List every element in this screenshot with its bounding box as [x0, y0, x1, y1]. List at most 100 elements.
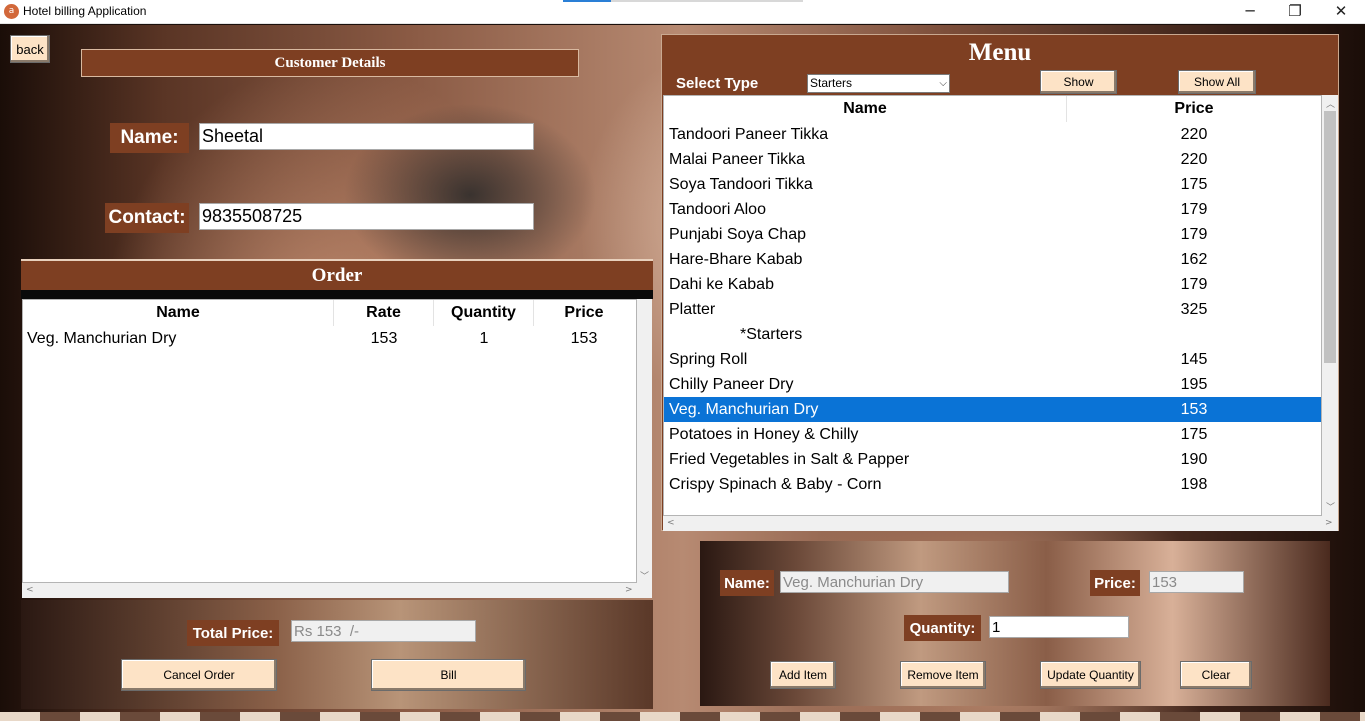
customer-name-label: Name: — [110, 123, 189, 153]
clear-button[interactable]: Clear — [1180, 661, 1252, 689]
menu-item-price: 179 — [1180, 200, 1208, 218]
menu-vertical-scrollbar[interactable]: ︿ ﹀ — [1322, 95, 1338, 516]
item-detail-panel: Name: Price: Quantity: Add Item Remove I… — [700, 541, 1330, 706]
table-row[interactable]: Soya Tandoori Tikka 175 — [664, 172, 1321, 197]
order-table-header: Name Rate Quantity Price — [23, 300, 636, 326]
order-row-name: Veg. Manchurian Dry — [27, 329, 177, 347]
menu-item-price: 175 — [1180, 425, 1208, 443]
scroll-down-arrow-icon[interactable]: ﹀ — [1326, 500, 1335, 513]
scroll-right-arrow-icon[interactable]: > — [625, 585, 633, 595]
order-title-divider — [21, 290, 653, 299]
menu-horizontal-scrollbar[interactable]: < > — [663, 516, 1338, 531]
order-col-price[interactable]: Price — [534, 300, 634, 326]
order-horizontal-scrollbar[interactable]: < > — [22, 583, 652, 598]
scroll-down-arrow-icon[interactable]: ﹀ — [640, 569, 649, 582]
total-price-label: Total Price: — [187, 620, 279, 646]
table-row[interactable]: Fried Vegetables in Salt & Papper 190 — [664, 447, 1321, 472]
menu-item-name: Soya Tandoori Tikka — [669, 175, 813, 193]
item-name-label: Name: — [720, 570, 774, 596]
menu-item-name: Platter — [669, 300, 716, 318]
scroll-left-arrow-icon[interactable]: < — [667, 518, 675, 528]
menu-panel: Menu Select Type Starters ⌵ Show Show Al… — [661, 34, 1339, 531]
item-name-field — [780, 571, 1009, 593]
table-row[interactable]: Tandoori Paneer Tikka 220 — [664, 122, 1321, 147]
select-type-value: Starters — [810, 76, 853, 90]
update-quantity-button[interactable]: Update Quantity — [1040, 661, 1141, 689]
show-all-button[interactable]: Show All — [1178, 70, 1256, 94]
item-price-label: Price: — [1090, 570, 1140, 596]
order-footer: Total Price: Cancel Order Bill — [21, 600, 653, 709]
table-row[interactable]: Crispy Spinach & Baby - Corn 198 — [664, 472, 1321, 497]
menu-item-price: 195 — [1180, 375, 1208, 393]
menu-item-price — [1067, 322, 1321, 347]
add-item-button[interactable]: Add Item — [770, 661, 836, 689]
order-title: Order — [21, 259, 653, 290]
table-row[interactable]: Chilly Paneer Dry 195 — [664, 372, 1321, 397]
menu-item-price: 190 — [1180, 450, 1208, 468]
minimize-icon[interactable]: ─ — [1227, 0, 1273, 24]
scroll-left-arrow-icon[interactable]: < — [26, 585, 34, 595]
customer-contact-input[interactable] — [199, 203, 534, 230]
item-price-field — [1149, 571, 1244, 593]
menu-item-price: 179 — [1180, 275, 1208, 293]
remove-item-button[interactable]: Remove Item — [900, 661, 986, 689]
menu-item-name: Hare-Bhare Kabab — [669, 250, 803, 268]
table-row[interactable]: Malai Paneer Tikka 220 — [664, 147, 1321, 172]
scroll-up-arrow-icon[interactable]: ︿ — [1326, 97, 1335, 110]
menu-item-price: 175 — [1180, 175, 1208, 193]
order-col-rate[interactable]: Rate — [334, 300, 434, 326]
table-row[interactable]: Hare-Bhare Kabab 162 — [664, 247, 1321, 272]
menu-item-name: Punjabi Soya Chap — [669, 225, 806, 243]
app-icon: a — [4, 4, 19, 19]
menu-item-name: Crispy Spinach & Baby - Corn — [669, 475, 882, 493]
menu-item-price: 220 — [1180, 150, 1208, 168]
scroll-right-arrow-icon[interactable]: > — [1325, 518, 1333, 528]
table-row[interactable]: Dahi ke Kabab 179 — [664, 272, 1321, 297]
table-row[interactable]: Platter 325 — [664, 297, 1321, 322]
select-type-label: Select Type — [676, 75, 759, 92]
order-col-name[interactable]: Name — [23, 300, 334, 326]
table-row[interactable]: Punjabi Soya Chap 179 — [664, 222, 1321, 247]
total-price-field — [291, 620, 476, 642]
menu-item-name: Potatoes in Honey & Chilly — [669, 425, 859, 443]
show-button[interactable]: Show — [1040, 70, 1117, 94]
order-row-rate: 153 — [370, 329, 398, 347]
order-table[interactable]: Name Rate Quantity Price Veg. Manchurian… — [22, 299, 637, 583]
customer-name-input[interactable] — [199, 123, 534, 150]
menu-category-label: *Starters — [740, 325, 803, 343]
window-title: Hotel billing Application — [23, 4, 147, 18]
back-button[interactable]: back — [10, 35, 50, 63]
menu-item-name: Malai Paneer Tikka — [669, 150, 806, 168]
menu-col-price[interactable]: Price — [1067, 96, 1321, 122]
menu-scroll-thumb[interactable] — [1324, 111, 1336, 363]
menu-item-name: Veg. Manchurian Dry — [669, 400, 819, 418]
background-bottom-strip — [0, 712, 1365, 721]
title-accent-line-gray — [611, 0, 803, 2]
order-row-price: 153 — [570, 329, 598, 347]
order-row-quantity: 1 — [479, 329, 489, 347]
customer-contact-label: Contact: — [105, 203, 189, 233]
bill-button[interactable]: Bill — [371, 659, 526, 691]
menu-title: Menu — [968, 39, 1032, 66]
menu-item-name: Fried Vegetables in Salt & Papper — [669, 450, 910, 468]
table-row[interactable]: Veg. Manchurian Dry 153 — [664, 397, 1321, 422]
table-row[interactable]: Potatoes in Honey & Chilly 175 — [664, 422, 1321, 447]
table-row[interactable]: Tandoori Aloo 179 — [664, 197, 1321, 222]
select-type-dropdown[interactable]: Starters ⌵ — [807, 74, 950, 93]
order-panel: Order Name Rate Quantity Price Veg. Manc… — [21, 259, 653, 709]
table-row[interactable]: *Starters — [664, 322, 1321, 347]
order-col-quantity[interactable]: Quantity — [434, 300, 534, 326]
table-row[interactable]: Veg. Manchurian Dry 153 1 153 — [23, 326, 636, 351]
menu-item-price: 153 — [1180, 400, 1208, 418]
close-icon[interactable]: ✕ — [1318, 0, 1364, 24]
item-quantity-input[interactable] — [989, 616, 1129, 638]
menu-item-name: Tandoori Paneer Tikka — [669, 125, 829, 143]
cancel-order-button[interactable]: Cancel Order — [121, 659, 277, 691]
restore-icon[interactable]: ❐ — [1272, 0, 1318, 24]
menu-col-name[interactable]: Name — [664, 96, 1067, 122]
customer-details-header: Customer Details — [81, 49, 579, 77]
table-row[interactable]: Spring Roll 145 — [664, 347, 1321, 372]
order-vertical-scrollbar[interactable]: ﹀ — [637, 299, 652, 583]
chevron-down-icon[interactable]: ⌵ — [939, 75, 947, 92]
menu-table[interactable]: Name Price Tandoori Paneer Tikka 220 Malai… — [663, 95, 1322, 516]
